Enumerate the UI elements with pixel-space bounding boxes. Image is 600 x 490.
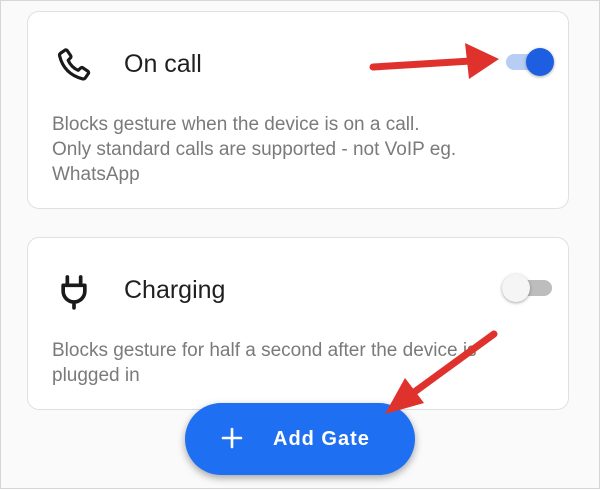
gate-title: Charging	[124, 276, 226, 304]
plug-icon	[61, 275, 87, 310]
on-call-toggle[interactable]	[502, 46, 556, 78]
phone-icon	[57, 48, 91, 81]
add-gate-label: Add Gate	[273, 428, 370, 450]
add-gate-button[interactable]: Add Gate	[185, 403, 415, 475]
gate-description: Blocks gesture when the device is on a c…	[52, 114, 457, 185]
gate-card-on-call: On call Blocks gesture when the device i…	[27, 11, 569, 209]
charging-toggle[interactable]	[502, 272, 556, 304]
gate-title: On call	[124, 50, 202, 78]
screen: On call Blocks gesture when the device i…	[0, 0, 600, 489]
plus-icon	[221, 427, 243, 449]
toggle-thumb	[526, 48, 554, 76]
toggle-thumb	[502, 274, 530, 302]
gate-card-charging: Charging Blocks gesture for half a secon…	[27, 237, 569, 410]
gate-description: Blocks gesture for half a second after t…	[52, 340, 477, 386]
